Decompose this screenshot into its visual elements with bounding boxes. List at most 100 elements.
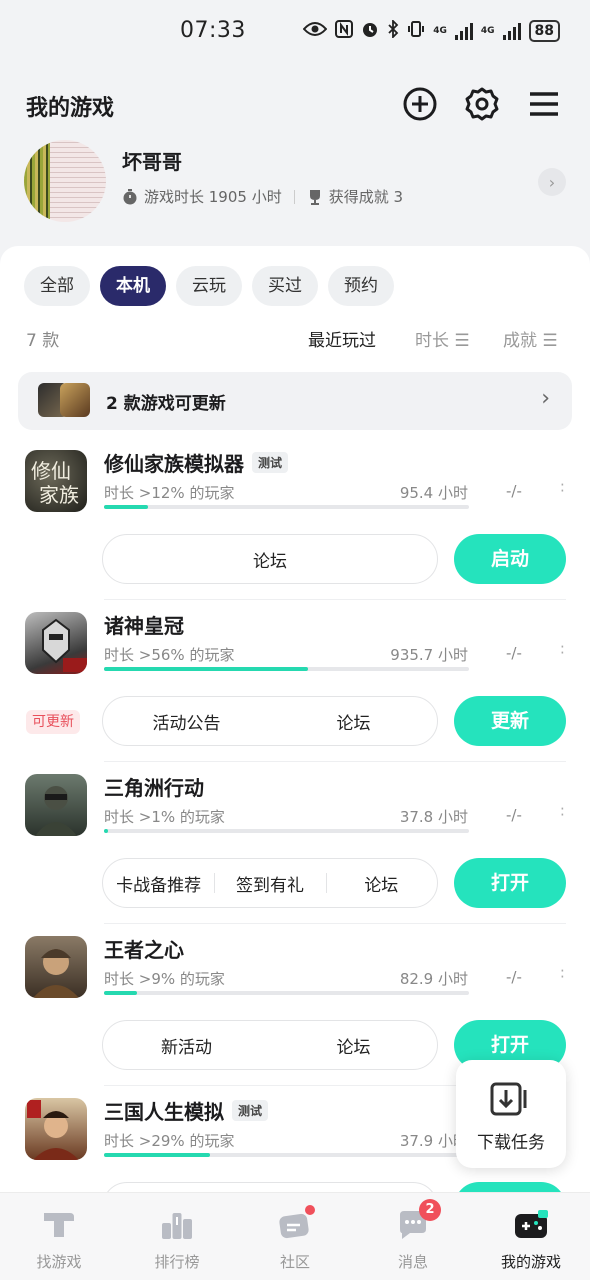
game-name: 诸神皇冠 [104, 614, 184, 638]
open-button[interactable]: 打开 [454, 858, 566, 908]
playtime-bar [104, 829, 469, 833]
plus-circle-icon [403, 87, 437, 121]
playtime-bar-fill [104, 505, 148, 509]
sort-achievements[interactable]: 成就 ☰ [503, 326, 558, 351]
game-name: 修仙家族模拟器 [104, 452, 244, 476]
filter-chip-cloud[interactable]: 云玩 [176, 266, 242, 306]
forum-link[interactable]: 论坛 [270, 1033, 437, 1058]
sort-recent[interactable]: 最近玩过 [308, 326, 376, 351]
status-time: 07:33 [180, 18, 246, 43]
nav-label: 社区 [279, 1253, 310, 1271]
profile-arrow-button[interactable]: › [538, 168, 566, 196]
game-icon[interactable] [25, 612, 87, 674]
bottom-nav: 找游戏 排行榜 社区 2 消息 我的游戏 [0, 1192, 590, 1280]
nav-label: 排行榜 [154, 1253, 200, 1271]
menu-icon [530, 92, 558, 116]
update-button[interactable]: 更新 [454, 696, 566, 746]
profile-card[interactable]: 坏哥哥 游戏时长 1905 小时 获得成就 3 › [0, 138, 590, 228]
updates-banner[interactable]: 2 款游戏可更新 › [18, 372, 572, 430]
update-thumbnails [38, 383, 92, 419]
chevron-right-icon: › [548, 172, 556, 192]
forum-link[interactable]: 论坛 [103, 547, 437, 572]
game-count: 7 款 [26, 331, 60, 351]
game-title: 三国人生模拟 测试 [104, 1096, 269, 1125]
more-options-icon[interactable]: · · [560, 478, 566, 499]
nav-label: 我的游戏 [500, 1253, 561, 1271]
playtime-percentile: 时长 >29% 的玩家 [104, 1132, 235, 1150]
sort-playtime[interactable]: 时长 ☰ [415, 326, 470, 351]
status-icons: 4G 4G 88 [302, 18, 560, 42]
signal-icon [454, 22, 473, 40]
filter-chips: 全部 本机 云玩 买过 预约 [24, 266, 394, 306]
playtime-bar-fill [104, 1153, 210, 1157]
launch-button[interactable]: 启动 [454, 534, 566, 584]
filter-chip-local[interactable]: 本机 [100, 266, 166, 306]
status-bar: 07:33 4G 4G 88 [0, 0, 590, 64]
forum-link[interactable]: 论坛 [325, 871, 437, 896]
achievement-progress: -/- [506, 482, 522, 500]
forum-link[interactable]: 论坛 [270, 709, 437, 734]
game-title: 修仙家族模拟器 测试 [104, 448, 289, 477]
chevron-right-icon: › [541, 386, 550, 411]
new-event-link[interactable]: 新活动 [103, 1033, 270, 1058]
achievement-progress: -/- [506, 644, 522, 662]
gear-recommend-link[interactable]: 卡战备推荐 [103, 871, 214, 896]
network-type-1: 4G [433, 25, 447, 36]
playtime-bar-fill [104, 991, 137, 995]
page-header: 我的游戏 [0, 78, 590, 134]
updates-banner-text: 2 款游戏可更新 [106, 394, 226, 414]
game-row[interactable]: 诸神皇冠 时长 >56% 的玩家 935.7 小时 -/- · · 可更新 活动公… [0, 600, 590, 762]
playtime-percentile: 时长 >1% 的玩家 [104, 808, 225, 826]
game-icon[interactable]: 修仙 家族 [25, 450, 87, 512]
game-links: 新活动 论坛 [102, 1020, 438, 1070]
nav-label: 找游戏 [36, 1253, 82, 1271]
nav-ranking[interactable]: 排行榜 [118, 1193, 236, 1280]
game-icon[interactable] [25, 774, 87, 836]
signal-icon [502, 22, 521, 40]
game-title: 诸神皇冠 [104, 610, 184, 639]
filter-chip-all[interactable]: 全部 [24, 266, 90, 306]
nav-community[interactable]: 社区 [236, 1193, 354, 1280]
menu-button[interactable] [524, 84, 564, 124]
nav-messages[interactable]: 2 消息 [354, 1193, 472, 1280]
game-title: 王者之心 [104, 934, 184, 963]
playtime-bar [104, 505, 469, 509]
more-options-icon[interactable]: · · [560, 640, 566, 661]
checkin-link[interactable]: 签到有礼 [214, 871, 325, 896]
nfc-icon [335, 20, 354, 42]
more-options-icon[interactable]: · · [560, 964, 566, 985]
game-row[interactable]: 三角洲行动 时长 >1% 的玩家 37.8 小时 -/- · · 卡战备推荐 签到… [0, 762, 590, 924]
game-icon[interactable] [25, 936, 87, 998]
achievement-progress: -/- [506, 806, 522, 824]
playtime-bar [104, 667, 469, 671]
game-row[interactable]: 修仙 家族 修仙家族模拟器 测试 时长 >12% 的玩家 95.4 小时 -/- … [0, 438, 590, 600]
my-games-icon [515, 1210, 548, 1238]
profile-stats: 游戏时长 1905 小时 获得成就 3 [122, 186, 403, 207]
settings-button[interactable] [462, 84, 502, 124]
playtime-percentile: 时长 >12% 的玩家 [104, 484, 235, 502]
download-tasks-button[interactable]: 下载任务 [456, 1060, 566, 1168]
filter-chip-reserved[interactable]: 预约 [328, 266, 394, 306]
playtime-bar-fill [104, 829, 108, 833]
playtime-hours: 37.8 小时 [399, 808, 468, 826]
filter-chip-purchased[interactable]: 买过 [252, 266, 318, 306]
vibrate-icon [407, 20, 425, 42]
announcement-link[interactable]: 活动公告 [103, 709, 270, 734]
add-game-button[interactable] [400, 84, 440, 124]
beta-tag: 测试 [252, 452, 289, 473]
achievements-text: 获得成就 3 [328, 188, 404, 206]
avatar[interactable] [24, 140, 106, 222]
notification-dot [305, 1205, 315, 1215]
playtime-bar-fill [104, 667, 309, 671]
download-tasks-label: 下载任务 [477, 1133, 545, 1153]
playtime-hours: 82.9 小时 [399, 970, 468, 988]
game-icon[interactable] [25, 1098, 87, 1160]
beta-tag: 测试 [232, 1100, 269, 1121]
message-count-badge: 2 [419, 1199, 441, 1221]
alarm-icon [361, 20, 379, 42]
more-options-icon[interactable]: · · [560, 802, 566, 823]
game-links: 卡战备推荐 签到有礼 论坛 [102, 858, 438, 908]
nav-find-games[interactable]: 找游戏 [0, 1193, 118, 1280]
nav-my-games[interactable]: 我的游戏 [472, 1193, 590, 1280]
trophy-icon [309, 189, 320, 205]
